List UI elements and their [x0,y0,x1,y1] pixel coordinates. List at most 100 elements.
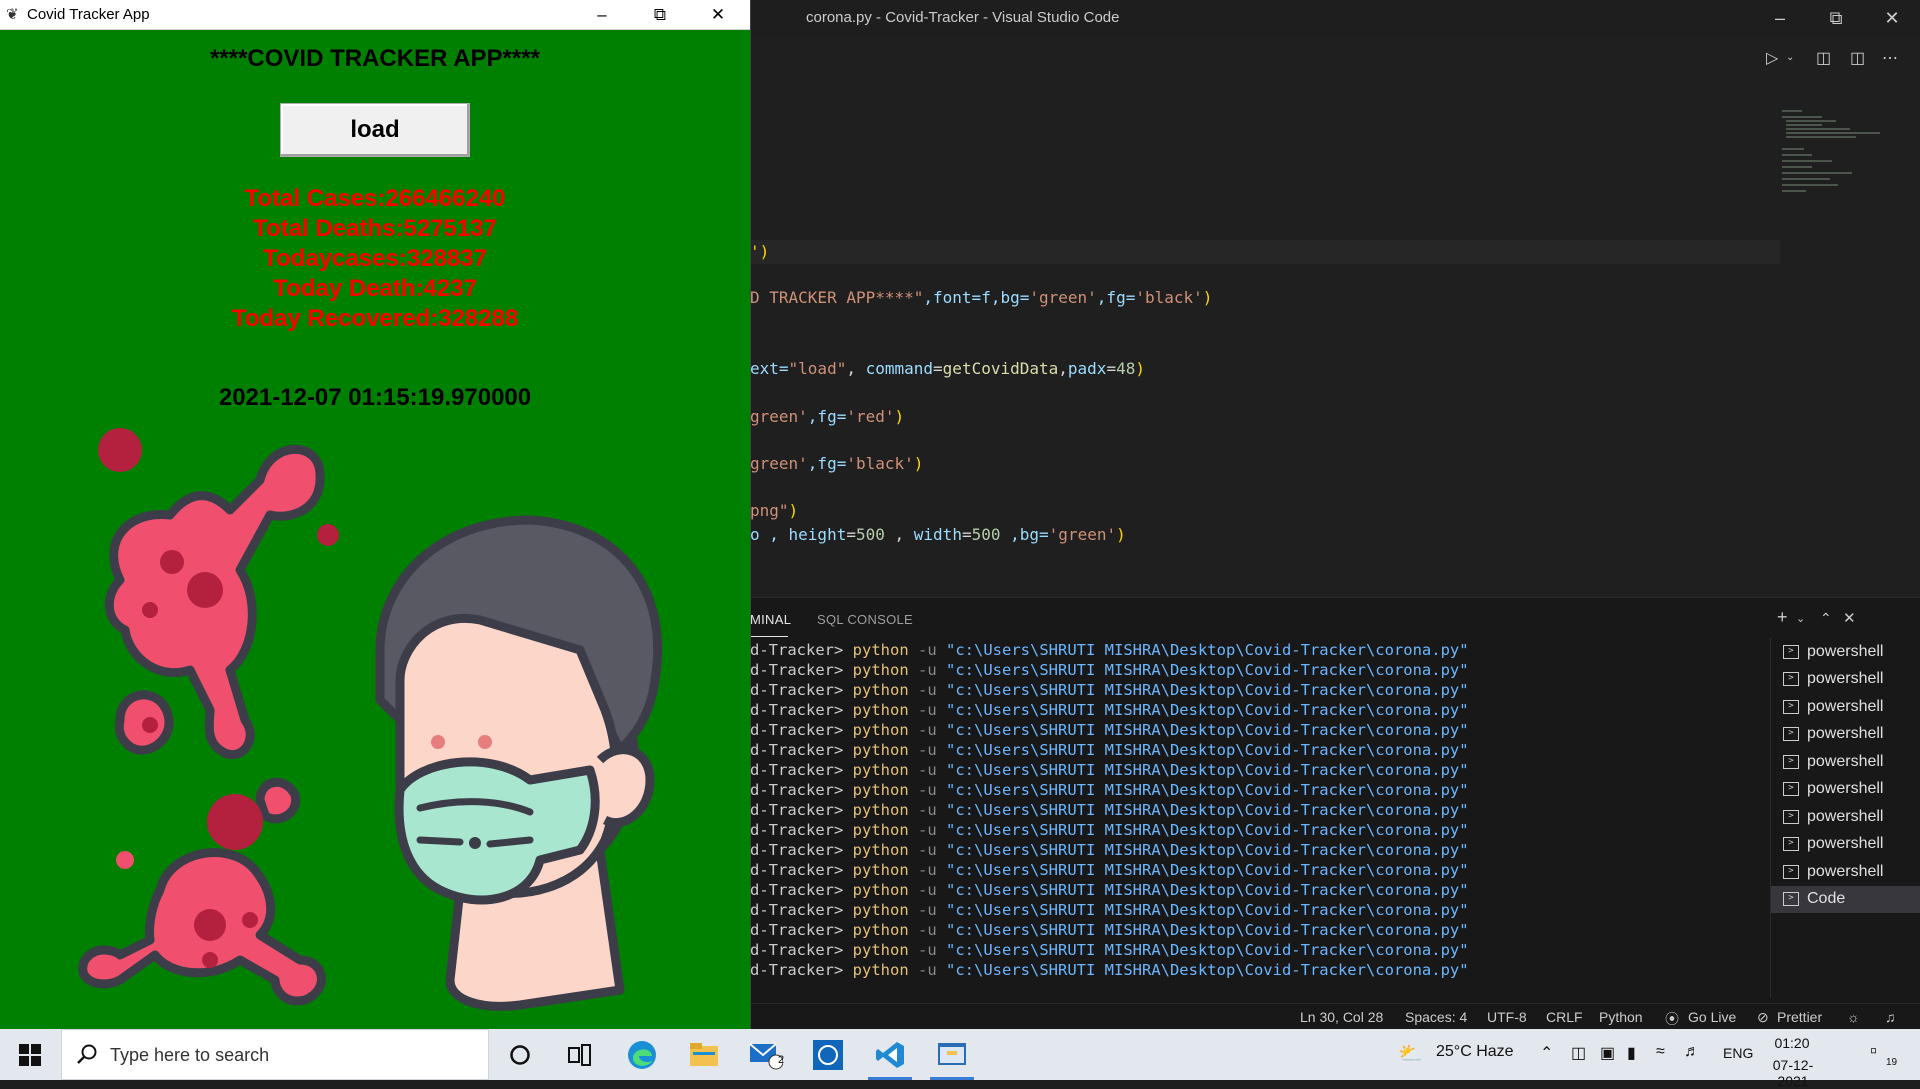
terminal-output[interactable]: d-Tracker> python -u "c:\Users\SHRUTI MI… [750,640,1469,980]
defender-icon[interactable]: ▣ [1600,1043,1615,1063]
app-minimize-button[interactable]: – [574,0,630,29]
terminal-space [937,701,946,719]
mail-taskbar-app[interactable]: 2 [736,1029,796,1080]
new-terminal-icon[interactable]: + [1777,607,1788,628]
terminal-instance-item[interactable]: > powershell [1771,638,1920,666]
vscode-taskbar-app[interactable] [860,1029,920,1080]
terminal-instance-item[interactable]: > powershell [1771,666,1920,694]
minimap[interactable] [1782,110,1902,230]
cursor-position[interactable]: Ln 30, Col 28 [1300,1009,1383,1025]
load-button[interactable]: load [280,103,470,157]
terminal-path: "c:\Users\SHRUTI MISHRA\Desktop\Covid-Tr… [946,861,1469,879]
show-hidden-icons-chevron-icon[interactable]: ⌃ [1540,1043,1553,1063]
terminal-prompt: d-Tracker> [750,841,853,859]
indentation-setting[interactable]: Spaces: 4 [1405,1009,1467,1025]
clock-date[interactable]: 07-12-2021 [1758,1057,1828,1089]
more-actions-icon[interactable]: ⋯ [1882,48,1898,68]
code-editor[interactable]: ') D TRACKER APP****",font=f,bg='green',… [750,80,1920,596]
terminal-command: python [852,961,909,979]
terminal-list: > powershell > powershell > powershell > powers… [1770,638,1920,998]
app-restore-button[interactable]: ⧉ [632,0,688,29]
today-death-label: Today Death:4237 [273,275,477,302]
weather-icon[interactable]: ⛅ [1398,1041,1423,1066]
terminal-line: d-Tracker> python -u "c:\Users\SHRUTI MI… [750,920,1469,940]
maximize-panel-icon[interactable]: ⌃ [1820,610,1832,627]
terminal-command: python [852,901,909,919]
terminal-instance-item[interactable]: > powershell [1771,748,1920,776]
app-window-title: Covid Tracker App [27,6,150,23]
run-dropdown-icon[interactable]: ⌄ [1786,52,1794,63]
clock-time[interactable]: 01:20 [1762,1035,1822,1051]
terminal-prompt: d-Tracker> [750,881,853,899]
tab-terminal[interactable]: MINAL [750,612,791,627]
terminal-prompt: d-Tracker> [750,761,853,779]
vscode-close-button[interactable]: ✕ [1864,0,1920,36]
terminal-line: d-Tracker> python -u "c:\Users\SHRUTI MI… [750,860,1469,880]
terminal-flag: -u [918,941,937,959]
start-button[interactable] [0,1029,60,1080]
terminal-prompt-icon: > [1783,727,1799,742]
open-preview-icon[interactable]: ◫ [1816,48,1831,68]
terminal-path: "c:\Users\SHRUTI MISHRA\Desktop\Covid-Tr… [946,841,1469,859]
total-deaths-label: Total Deaths:5275137 [253,215,497,242]
weather-label[interactable]: 25°C Haze [1436,1043,1514,1061]
edge-taskbar-app[interactable] [612,1029,672,1080]
task-view-button[interactable] [550,1029,610,1080]
notification-center-icon[interactable]: ▫ [1870,1040,1877,1063]
vscode-restore-button[interactable]: ⧉ [1808,0,1864,36]
terminal-instance-item[interactable]: > powershell [1771,803,1920,831]
taskbar-search-box[interactable]: Type here to search [61,1029,489,1080]
prettier-button[interactable]: Prettier [1777,1009,1822,1025]
terminal-path: "c:\Users\SHRUTI MISHRA\Desktop\Covid-Tr… [946,801,1469,819]
split-editor-icon[interactable]: ◫ [1850,48,1865,68]
terminal-line: d-Tracker> python -u "c:\Users\SHRUTI MI… [750,800,1469,820]
cortana-circle-icon [510,1044,530,1065]
close-panel-icon[interactable]: ✕ [1843,609,1856,627]
terminal-space [909,881,918,899]
python-taskbar-app[interactable] [922,1029,982,1080]
terminal-path: "c:\Users\SHRUTI MISHRA\Desktop\Covid-Tr… [946,961,1469,979]
terminal-instance-item[interactable]: > powershell [1771,858,1920,886]
code-line: D TRACKER APP****",font=f,bg='green',fg=… [750,288,1213,307]
terminal-prompt-icon: > [1783,892,1799,907]
language-mode[interactable]: Python [1599,1009,1643,1025]
feedback-icon[interactable]: ☼ [1847,1009,1860,1025]
app-close-button[interactable]: ✕ [690,0,746,29]
terminal-flag: -u [918,821,937,839]
file-explorer-taskbar-app[interactable] [674,1029,734,1080]
run-icon[interactable]: ▷ [1766,48,1778,68]
terminal-instance-item[interactable]: > Code [1771,885,1920,913]
tab-sql-console[interactable]: SQL CONSOLE [817,612,913,627]
terminal-command: python [852,721,909,739]
terminal-command: python [852,941,909,959]
terminal-space [909,801,918,819]
today-recovered-label: Today Recovered:328288 [231,305,519,332]
terminal-space [909,661,918,679]
go-live-button[interactable]: Go Live [1688,1009,1736,1025]
terminal-instance-label: powershell [1807,697,1884,715]
terminal-prompt-icon: > [1783,672,1799,687]
terminal-instance-item[interactable]: > powershell [1771,776,1920,804]
task-view-icon [568,1043,591,1066]
terminal-dropdown-icon[interactable]: ⌄ [1796,612,1805,625]
folder-icon [690,1042,718,1066]
terminal-instance-item[interactable]: > powershell [1771,721,1920,749]
terminal-space [937,741,946,759]
eol-setting[interactable]: CRLF [1546,1009,1583,1025]
terminal-instance-item[interactable]: > powershell [1771,693,1920,721]
battery-icon[interactable]: ▮ [1627,1043,1636,1063]
terminal-command: python [852,701,909,719]
vscode-minimize-button[interactable]: – [1752,0,1808,36]
terminal-instance-item[interactable]: > powershell [1771,831,1920,859]
volume-icon[interactable]: ♬ [1684,1043,1700,1061]
terminal-space [937,821,946,839]
language-indicator[interactable]: ENG [1723,1045,1753,1061]
encoding-setting[interactable]: UTF-8 [1487,1009,1527,1025]
dell-taskbar-app[interactable] [798,1029,858,1080]
meet-now-icon[interactable]: ◫ [1571,1043,1586,1063]
wifi-icon[interactable]: ≈ [1656,1043,1665,1061]
cortana-button[interactable] [490,1029,550,1080]
notifications-bell-icon[interactable]: ♫ [1885,1009,1896,1025]
terminal-prompt-icon: > [1783,699,1799,714]
terminal-space [937,961,946,979]
